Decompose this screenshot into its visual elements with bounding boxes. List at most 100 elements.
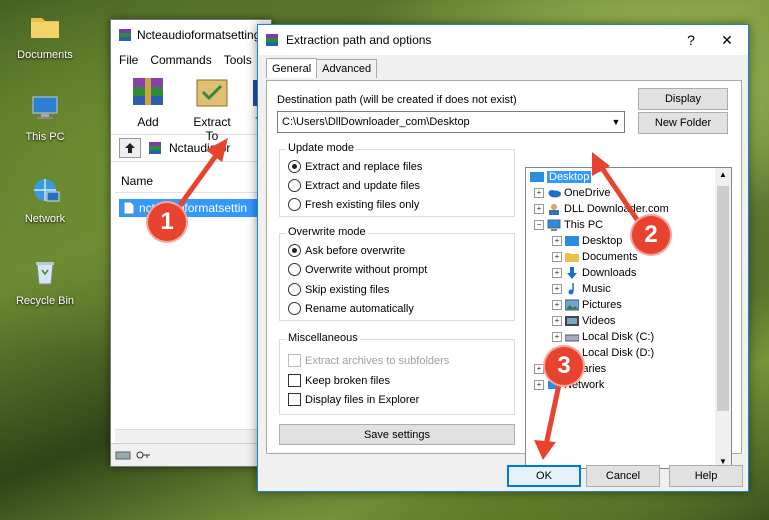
music-icon <box>568 283 574 295</box>
tree-item-dll-downloader[interactable]: + DLL Downloader.com <box>534 203 669 215</box>
file-list: Name nctaudioformatsettin <box>115 170 271 444</box>
scrollbar-thumb[interactable] <box>717 186 729 411</box>
expand-icon[interactable]: + <box>534 188 544 198</box>
checkbox-icon <box>288 374 301 387</box>
winrar-window: Ncteaudioformatsetting File Commands Too… <box>110 19 272 467</box>
winrar-statusbar <box>111 443 271 466</box>
desktop-icon-label: This PC <box>25 131 65 143</box>
overwrite-mode-title: Overwrite mode <box>286 226 368 238</box>
computer-icon <box>547 219 561 231</box>
tree-label: Downloads <box>582 267 637 279</box>
radio-fresh-existing[interactable]: Fresh existing files only <box>288 198 419 211</box>
expand-icon[interactable]: + <box>534 204 544 214</box>
checkbox-extract-subfolders[interactable]: Extract archives to subfolders <box>288 354 449 367</box>
destination-path-value: C:\Users\DllDownloader_com\Desktop <box>282 116 470 128</box>
radio-icon <box>288 283 301 296</box>
expand-icon[interactable]: + <box>552 268 562 278</box>
expand-icon[interactable]: + <box>552 300 562 310</box>
tree-item-this-pc[interactable]: − This PC <box>534 219 603 231</box>
expand-icon[interactable]: + <box>552 236 562 246</box>
expand-icon[interactable]: + <box>534 364 544 374</box>
update-mode-group: Update mode Extract and replace files Ex… <box>279 142 515 217</box>
save-settings-button[interactable]: Save settings <box>279 424 515 445</box>
ok-button[interactable]: OK <box>507 465 581 487</box>
file-list-item[interactable]: nctaudioformatsettin <box>119 199 271 217</box>
tree-label: Local Disk (D:) <box>582 347 655 359</box>
tree-scrollbar[interactable]: ▲ ▼ <box>715 168 731 468</box>
help-button[interactable]: Help <box>669 465 743 487</box>
checkbox-keep-broken[interactable]: Keep broken files <box>288 374 390 387</box>
desktop-icon-recycle-bin[interactable]: Recycle Bin <box>10 256 80 307</box>
desktop-icon-label: Recycle Bin <box>15 295 75 307</box>
menu-commands[interactable]: Commands <box>150 53 211 67</box>
download-arrow-icon <box>567 267 577 279</box>
add-button[interactable]: Add <box>123 74 173 134</box>
checkbox-icon <box>288 393 301 406</box>
tree-item-onedrive[interactable]: + OneDrive <box>534 187 610 199</box>
up-folder-button[interactable] <box>119 138 141 158</box>
scroll-up-icon[interactable]: ▲ <box>715 170 731 179</box>
miscellaneous-group: Miscellaneous Extract archives to subfol… <box>279 332 515 415</box>
winrar-toolbar: Add Extract To T <box>111 70 271 143</box>
desktop-icon-this-pc[interactable]: This PC <box>10 92 80 143</box>
radio-icon <box>288 198 301 211</box>
checkbox-display-explorer[interactable]: Display files in Explorer <box>288 393 419 406</box>
radio-skip-existing[interactable]: Skip existing files <box>288 283 389 296</box>
file-icon <box>123 201 135 215</box>
option-label: Overwrite without prompt <box>305 263 428 276</box>
expand-icon[interactable]: + <box>552 252 562 262</box>
tree-label: Documents <box>582 251 638 263</box>
winrar-titlebar[interactable]: Ncteaudioformatsetting <box>111 20 271 50</box>
tree-item-videos[interactable]: + Videos <box>552 315 615 327</box>
tree-item-local-disk-c[interactable]: + Local Disk (C:) <box>552 331 654 343</box>
radio-extract-update[interactable]: Extract and update files <box>288 179 420 192</box>
destination-path-field[interactable]: C:\Users\DllDownloader_com\Desktop ▼ <box>277 111 625 133</box>
expand-icon[interactable]: + <box>552 316 562 326</box>
cancel-button[interactable]: Cancel <box>586 465 660 487</box>
address-path[interactable]: Nctaudiofor <box>169 141 230 155</box>
radio-overwrite-without[interactable]: Overwrite without prompt <box>288 263 427 276</box>
new-folder-button[interactable]: New Folder <box>638 112 728 134</box>
horizontal-scrollbar[interactable] <box>115 429 271 444</box>
menu-file[interactable]: File <box>119 53 138 67</box>
network-icon <box>34 179 60 202</box>
column-name-header[interactable]: Name <box>115 170 271 193</box>
help-title-button[interactable]: ? <box>676 32 706 48</box>
dialog-titlebar[interactable]: Extraction path and options ? ✕ <box>258 25 748 55</box>
expand-icon[interactable]: + <box>552 332 562 342</box>
chevron-down-icon[interactable]: ▼ <box>608 117 624 127</box>
expand-icon[interactable]: + <box>534 380 544 390</box>
radio-extract-replace[interactable]: Extract and replace files <box>288 160 422 173</box>
menu-tools[interactable]: Tools <box>224 53 252 67</box>
desktop-folder-icon <box>530 172 544 182</box>
onedrive-icon <box>548 190 561 198</box>
extract-to-icon <box>196 79 228 107</box>
tree-item-documents[interactable]: + Documents <box>552 251 638 263</box>
tree-label: Videos <box>582 315 616 327</box>
add-archive-icon <box>133 78 163 105</box>
radio-rename-auto[interactable]: Rename automatically <box>288 302 414 315</box>
extract-to-button[interactable]: Extract To <box>187 74 237 143</box>
extraction-dialog: Extraction path and options ? ✕ General … <box>257 24 749 492</box>
close-button[interactable]: ✕ <box>712 32 742 49</box>
desktop-icon-documents[interactable]: Documents <box>10 10 80 61</box>
add-label: Add <box>137 115 159 129</box>
tree-item-music[interactable]: + Music <box>552 283 611 295</box>
tree-item-downloads[interactable]: + Downloads <box>552 267 636 279</box>
tree-label: OneDrive <box>564 187 611 199</box>
extract-to-label: Extract To <box>193 115 231 143</box>
collapse-icon[interactable]: − <box>534 220 544 230</box>
expand-icon[interactable]: + <box>552 284 562 294</box>
tree-label: This PC <box>564 219 604 231</box>
tree-item-desktop[interactable]: + Desktop <box>552 235 622 247</box>
display-button[interactable]: Display <box>638 88 728 110</box>
tree-label: Desktop <box>547 171 592 183</box>
tab-general[interactable]: General <box>266 58 318 78</box>
tab-advanced[interactable]: Advanced <box>316 59 378 78</box>
radio-ask-before[interactable]: Ask before overwrite <box>288 244 405 257</box>
desktop-icon-network[interactable]: Network <box>10 174 80 225</box>
tree-item-desktop-root[interactable]: Desktop <box>530 171 592 183</box>
tree-item-pictures[interactable]: + Pictures <box>552 299 622 311</box>
computer-icon <box>32 96 58 119</box>
radio-icon <box>288 244 301 257</box>
